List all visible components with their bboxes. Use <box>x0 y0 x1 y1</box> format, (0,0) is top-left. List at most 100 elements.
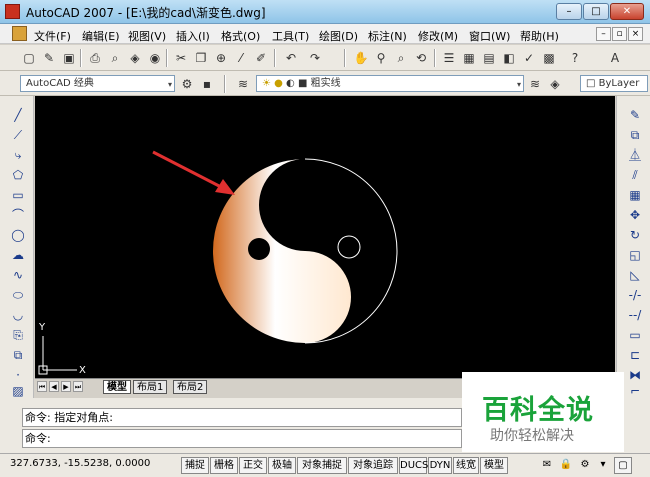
new-icon[interactable]: ▢ <box>20 49 38 67</box>
open-icon[interactable]: ✎ <box>40 49 58 67</box>
next-tab-button[interactable]: ▶ <box>61 381 71 392</box>
construction-line-icon[interactable]: ⟋ <box>9 126 27 144</box>
first-tab-button[interactable]: ⏮ <box>37 381 47 392</box>
circle-icon[interactable]: ◯ <box>9 226 27 244</box>
rectangle-icon[interactable]: ▭ <box>9 186 27 204</box>
layer-manager-icon[interactable]: ≋ <box>234 75 252 93</box>
lock-icon[interactable]: 🔒 <box>557 457 575 474</box>
tray-settings-icon[interactable]: ⚙ <box>576 457 594 474</box>
tab-layout1[interactable]: 布局1 <box>133 380 168 394</box>
grid-toggle[interactable]: 栅格 <box>210 457 238 474</box>
properties-icon[interactable]: ☰ <box>440 49 458 67</box>
offset-icon[interactable]: ⫽ <box>626 166 644 184</box>
help-icon[interactable]: ? <box>566 49 584 67</box>
snap-toggle[interactable]: 捕捉 <box>181 457 209 474</box>
otrack-toggle[interactable]: 对象追踪 <box>348 457 398 474</box>
dyn-toggle[interactable]: DYN <box>428 457 452 474</box>
line-icon[interactable]: ╱ <box>9 106 27 124</box>
menu-view[interactable]: 视图(V) <box>128 28 166 44</box>
polyline-icon[interactable]: ⤷ <box>9 146 27 164</box>
3d-dwf-icon[interactable]: ◉ <box>146 49 164 67</box>
osnap-toggle[interactable]: 对象捕捉 <box>297 457 347 474</box>
stretch-icon[interactable]: ◺ <box>626 266 644 284</box>
redo-icon[interactable]: ↷ <box>306 49 324 67</box>
extend-icon[interactable]: --/ <box>626 306 644 324</box>
autocad-app-icon[interactable] <box>5 4 20 19</box>
menu-file[interactable]: 文件(F) <box>34 28 71 44</box>
zoom-window-icon[interactable]: ⌕ <box>392 49 410 67</box>
clean-screen-button[interactable]: ▢ <box>614 457 632 474</box>
make-current-layer-icon[interactable]: ≋ <box>526 75 544 93</box>
cut-icon[interactable]: ✂ <box>172 49 190 67</box>
mirror-icon[interactable]: ⏅ <box>626 146 644 164</box>
make-block-icon[interactable]: ⧉ <box>9 346 27 364</box>
menu-edit[interactable]: 编辑(E) <box>82 28 120 44</box>
match-properties-icon[interactable]: ⁄ <box>232 49 250 67</box>
command-input[interactable]: 命令: <box>22 429 462 448</box>
mdi-restore-button[interactable]: ▫ <box>612 27 627 41</box>
mdi-close-button[interactable]: × <box>628 27 643 41</box>
break-at-point-icon[interactable]: ▭ <box>626 326 644 344</box>
polar-toggle[interactable]: 极轴 <box>268 457 296 474</box>
save-workspace-icon[interactable]: ▪ <box>198 75 216 93</box>
zoom-previous-icon[interactable]: ⟲ <box>412 49 430 67</box>
menu-format[interactable]: 格式(O) <box>221 28 260 44</box>
comm-center-icon[interactable]: ✉ <box>538 457 556 474</box>
arc-icon[interactable]: ⌒ <box>9 206 27 224</box>
menu-modify[interactable]: 修改(M) <box>418 28 458 44</box>
prev-tab-button[interactable]: ◀ <box>49 381 59 392</box>
plot-icon[interactable]: ⎙ <box>86 49 104 67</box>
erase-icon[interactable]: ✎ <box>626 106 644 124</box>
array-icon[interactable]: ▦ <box>626 186 644 204</box>
layer-previous-icon[interactable]: ◈ <box>546 75 564 93</box>
menu-dimension[interactable]: 标注(N) <box>368 28 407 44</box>
paste-icon[interactable]: ⊕ <box>212 49 230 67</box>
menu-draw[interactable]: 绘图(D) <box>319 28 358 44</box>
ellipse-icon[interactable]: ⬭ <box>9 286 27 304</box>
block-editor-icon[interactable]: ✐ <box>252 49 270 67</box>
revision-cloud-icon[interactable]: ☁ <box>9 246 27 264</box>
close-button[interactable]: ✕ <box>610 3 644 20</box>
menu-window[interactable]: 窗口(W) <box>469 28 510 44</box>
insert-block-icon[interactable]: ⎘ <box>9 326 27 344</box>
spline-icon[interactable]: ∿ <box>9 266 27 284</box>
scale-icon[interactable]: ◱ <box>626 246 644 264</box>
tool-palettes-icon[interactable]: ▤ <box>480 49 498 67</box>
maximize-button[interactable]: □ <box>583 3 609 20</box>
menu-insert[interactable]: 插入(I) <box>176 28 210 44</box>
text-style-icon[interactable]: A <box>606 49 624 67</box>
tab-model[interactable]: 模型 <box>103 380 131 394</box>
trim-icon[interactable]: -/- <box>626 286 644 304</box>
ellipse-arc-icon[interactable]: ◡ <box>9 306 27 324</box>
copy-object-icon[interactable]: ⧉ <box>626 126 644 144</box>
pan-icon[interactable]: ✋ <box>352 49 370 67</box>
plot-preview-icon[interactable]: ⌕ <box>106 49 124 67</box>
publish-icon[interactable]: ◈ <box>126 49 144 67</box>
tab-layout2[interactable]: 布局2 <box>173 380 208 394</box>
lineweight-toggle[interactable]: 线宽 <box>453 457 479 474</box>
save-icon[interactable]: ▣ <box>60 49 78 67</box>
model-space-toggle[interactable]: 模型 <box>480 457 508 474</box>
document-icon[interactable] <box>12 26 27 41</box>
menu-help[interactable]: 帮助(H) <box>520 28 559 44</box>
markup-icon[interactable]: ✓ <box>520 49 538 67</box>
minimize-button[interactable]: – <box>556 3 582 20</box>
zoom-realtime-icon[interactable]: ⚲ <box>372 49 390 67</box>
layer-dropdown[interactable]: ☀ ● ◐ ■ 粗实线 ▾ <box>256 75 524 92</box>
drawing-canvas[interactable]: Y X <box>35 96 615 378</box>
last-tab-button[interactable]: ⏭ <box>73 381 83 392</box>
rotate-icon[interactable]: ↻ <box>626 226 644 244</box>
copy-icon[interactable]: ❐ <box>192 49 210 67</box>
break-icon[interactable]: ⊏ <box>626 346 644 364</box>
workspace-settings-icon[interactable]: ⚙ <box>178 75 196 93</box>
sheet-set-icon[interactable]: ◧ <box>500 49 518 67</box>
polygon-icon[interactable]: ⬠ <box>9 166 27 184</box>
design-center-icon[interactable]: ▦ <box>460 49 478 67</box>
status-menu-arrow[interactable]: ▾ <box>596 457 610 474</box>
color-dropdown[interactable]: □ ByLayer <box>580 75 648 92</box>
ortho-toggle[interactable]: 正交 <box>239 457 267 474</box>
menu-tools[interactable]: 工具(T) <box>272 28 309 44</box>
move-icon[interactable]: ✥ <box>626 206 644 224</box>
mdi-minimize-button[interactable]: – <box>596 27 611 41</box>
undo-icon[interactable]: ↶ <box>282 49 300 67</box>
